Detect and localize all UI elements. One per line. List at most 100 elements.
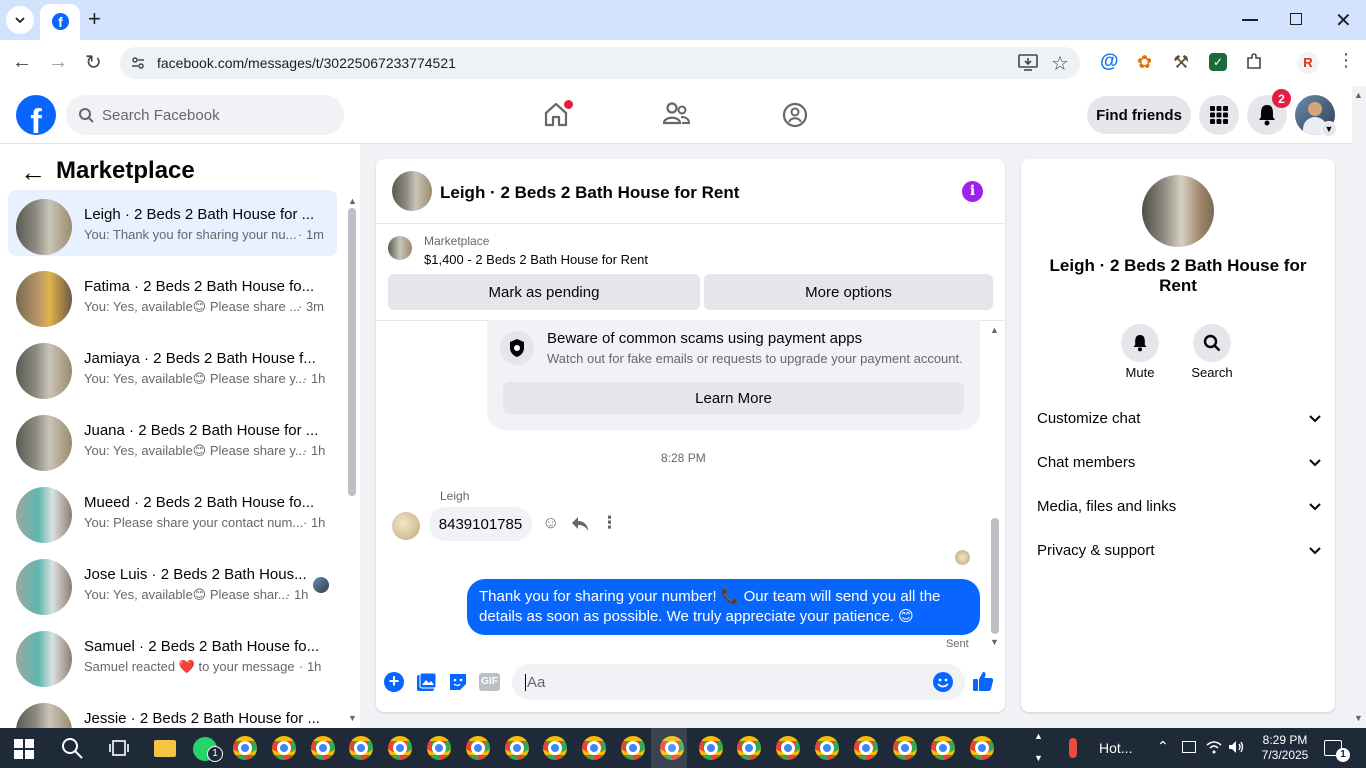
menu-button[interactable] <box>1199 95 1239 135</box>
info-section-item[interactable]: Media, files and links <box>1037 498 1321 515</box>
extensions-icon[interactable] <box>1245 53 1263 71</box>
info-section-label: Privacy & support <box>1037 542 1155 559</box>
facebook-logo-icon[interactable]: f <box>16 95 56 135</box>
chat-scroll-down-icon[interactable]: ▼ <box>990 637 999 647</box>
chat-header-avatar[interactable] <box>392 171 432 211</box>
info-avatar[interactable] <box>1142 175 1214 247</box>
friends-icon[interactable] <box>662 101 690 127</box>
forward-icon[interactable]: → <box>48 51 68 74</box>
conversation-thumbnail <box>16 559 72 615</box>
chat-list-scrollbar[interactable] <box>348 208 356 496</box>
conversation-item[interactable]: Jamiaya · 2 Beds 2 Bath House f... You: Y… <box>8 334 337 400</box>
taskbar-scroll-down-icon[interactable]: ▼ <box>1034 753 1043 763</box>
chrome-center-dot <box>512 744 521 752</box>
outgoing-message[interactable]: Thank you for sharing your number! 📞 Our… <box>467 579 980 635</box>
file-explorer-icon[interactable] <box>154 740 176 757</box>
mute-button[interactable] <box>1121 324 1159 362</box>
message-input[interactable]: Aa <box>512 664 965 700</box>
scroll-down-icon[interactable]: ▼ <box>348 713 357 723</box>
tray-chevron-icon[interactable]: ⌃ <box>1157 738 1169 755</box>
learn-more-button[interactable]: Learn More <box>503 382 964 414</box>
thermometer-icon[interactable] <box>1069 738 1077 758</box>
whatsapp-badge: 1 <box>207 746 223 762</box>
conversation-name: Mueed · 2 Beds 2 Bath House fo... <box>84 494 315 511</box>
add-actions-icon[interactable]: + <box>384 672 404 692</box>
site-settings-icon[interactable] <box>130 55 146 71</box>
wifi-icon[interactable] <box>1206 740 1222 754</box>
install-app-icon[interactable] <box>1018 54 1038 72</box>
sender-avatar[interactable] <box>392 512 420 540</box>
conversation-preview: You: Yes, available😊 Please share ... <box>84 299 301 314</box>
new-tab-icon[interactable]: + <box>88 8 101 30</box>
info-icon[interactable]: i <box>962 181 983 202</box>
conversation-name: Jose Luis · 2 Beds 2 Bath Hous... <box>84 566 307 583</box>
profile-extension-icon[interactable]: R <box>1297 52 1319 74</box>
info-section-label: Customize chat <box>1037 410 1141 427</box>
mark-as-pending-button[interactable]: Mark as pending <box>388 274 700 310</box>
info-section-item[interactable]: Chat members <box>1037 454 1321 471</box>
browser-menu-icon[interactable]: ⋮ <box>1337 50 1355 71</box>
weather-text[interactable]: Hot... <box>1099 740 1132 756</box>
url-text[interactable]: facebook.com/messages/t/3022506723377452… <box>157 55 456 71</box>
message-more-icon[interactable]: ⋮ <box>601 513 618 533</box>
scroll-up-icon[interactable]: ▲ <box>348 196 357 206</box>
tools-extension-icon[interactable]: ⚒ <box>1173 52 1189 73</box>
search-chat-button[interactable] <box>1193 324 1231 362</box>
restore-icon[interactable] <box>1290 13 1302 25</box>
info-section-item[interactable]: Customize chat <box>1037 410 1321 427</box>
conversation-name: Samuel · 2 Beds 2 Bath House fo... <box>84 638 320 655</box>
puzzle-extension-orange-icon[interactable]: ✿ <box>1137 52 1152 73</box>
page-scroll-up-icon[interactable]: ▲ <box>1354 90 1363 100</box>
like-thumbs-up-icon[interactable] <box>972 670 994 692</box>
chat-scroll-up-icon[interactable]: ▲ <box>990 325 999 335</box>
emoji-icon[interactable] <box>933 672 953 692</box>
bookmark-star-icon[interactable]: ☆ <box>1051 51 1069 76</box>
page-scroll-down-icon[interactable]: ▼ <box>1354 713 1363 723</box>
listing-price-title[interactable]: $1,400 - 2 Beds 2 Bath House for Rent <box>424 252 648 267</box>
facebook-search-input[interactable]: Search Facebook <box>66 95 344 135</box>
react-smiley-icon[interactable]: ☺ <box>542 513 559 533</box>
task-view-icon[interactable] <box>109 739 129 757</box>
clock-time: 8:29 PM <box>1262 733 1308 747</box>
chat-header-title[interactable]: Leigh · 2 Beds 2 Bath House for Rent <box>440 183 739 203</box>
volume-icon[interactable] <box>1228 740 1246 754</box>
checkmark-extension-icon[interactable]: ✓ <box>1209 53 1227 71</box>
chrome-center-dot <box>629 744 637 752</box>
find-friends-button[interactable]: Find friends <box>1087 96 1191 134</box>
conversation-item[interactable]: Samuel · 2 Beds 2 Bath House fo... Samuel… <box>8 622 337 688</box>
clock[interactable]: 8:29 PM 7/3/2025 <box>1255 733 1315 763</box>
windows-start-icon[interactable] <box>14 739 34 759</box>
back-arrow-icon[interactable]: ← <box>20 157 46 188</box>
at-extension-icon[interactable]: @ <box>1100 51 1119 73</box>
windows-search-icon[interactable] <box>61 737 83 759</box>
chrome-center-dot <box>279 744 288 752</box>
tab-search-button[interactable] <box>6 6 34 34</box>
listing-thumbnail[interactable] <box>388 236 412 260</box>
close-icon[interactable]: ✕ <box>1335 8 1352 33</box>
reload-icon[interactable]: ↻ <box>85 50 102 75</box>
browser-tab-facebook[interactable]: f <box>40 4 80 40</box>
groups-icon[interactable] <box>782 102 808 128</box>
conversation-item[interactable]: Jose Luis · 2 Beds 2 Bath Hous... You: Ye… <box>8 550 337 616</box>
conversation-name: Leigh · 2 Beds 2 Bath House for ... <box>84 206 315 223</box>
account-chevron-icon[interactable]: ▼ <box>1321 121 1337 137</box>
conversation-preview: You: Yes, available😊 Please share y... <box>84 443 306 458</box>
network-device-icon[interactable] <box>1182 741 1196 753</box>
back-icon[interactable]: ← <box>12 51 32 74</box>
seen-by-avatar <box>313 577 329 593</box>
gif-icon[interactable]: GIF <box>479 673 500 691</box>
conversation-item[interactable]: Juana · 2 Beds 2 Bath House for ... You: … <box>8 406 337 472</box>
search-label: Search <box>1191 365 1233 380</box>
incoming-message[interactable]: 8439101785 <box>429 507 532 541</box>
info-section-item[interactable]: Privacy & support <box>1037 542 1321 559</box>
conversation-item[interactable]: Leigh · 2 Beds 2 Bath House for ... You: … <box>8 190 337 256</box>
more-options-button[interactable]: More options <box>704 274 993 310</box>
chat-scrollbar[interactable] <box>991 518 999 634</box>
conversation-item[interactable]: Mueed · 2 Beds 2 Bath House fo... You: Pl… <box>8 478 337 544</box>
conversation-item[interactable]: Fatima · 2 Beds 2 Bath House fo... You: Y… <box>8 262 337 328</box>
minimize-icon[interactable] <box>1242 19 1258 21</box>
taskbar-scroll-up-icon[interactable]: ▲ <box>1034 731 1043 741</box>
reply-icon[interactable] <box>571 516 589 532</box>
photo-icon[interactable] <box>416 672 437 692</box>
sticker-icon[interactable] <box>448 672 468 692</box>
